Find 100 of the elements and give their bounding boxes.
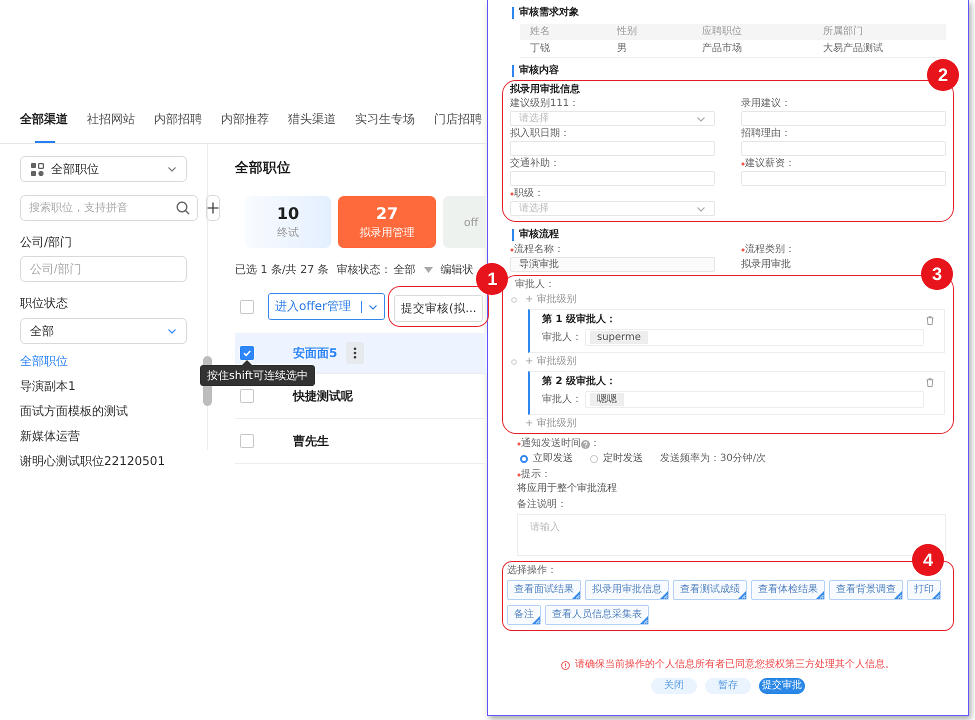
action-button[interactable]: 拟录用审批信息 xyxy=(585,580,669,600)
action-button[interactable]: 查看面试结果 xyxy=(507,580,581,600)
level-title: 第 2 级审批人： xyxy=(542,376,616,388)
field-label: 公司/部门 xyxy=(20,234,74,251)
field-label: 选择操作： xyxy=(507,565,558,577)
timeline-dot-icon xyxy=(511,297,517,303)
corner-icon xyxy=(932,591,940,599)
filter-label: 编辑状 xyxy=(440,262,474,277)
approver-field[interactable]: superme xyxy=(585,329,924,346)
candidate-name[interactable]: 安面面5 xyxy=(293,344,338,362)
corner-icon xyxy=(572,591,580,599)
position-item[interactable]: 导演副本1 xyxy=(20,374,187,399)
table-cell: 产品市场 xyxy=(692,40,813,58)
table-cell: 大易产品测试 xyxy=(813,40,946,58)
stage-count: 10 xyxy=(276,204,300,223)
table-cell: 男 xyxy=(607,40,692,58)
check-icon xyxy=(242,348,252,358)
radio-label[interactable]: 定时发送 xyxy=(603,453,643,465)
candidate-name[interactable]: 曹先生 xyxy=(293,432,329,450)
checkbox[interactable] xyxy=(240,434,254,448)
channel-tab[interactable]: 全部渠道 xyxy=(20,95,68,143)
position-item[interactable]: 面试方面模板的测试 xyxy=(20,399,187,424)
field-value: 拟录用审批 xyxy=(741,258,792,272)
number-badge: 2 xyxy=(927,59,959,91)
radio-button[interactable] xyxy=(590,455,598,463)
timeline-dot-icon xyxy=(511,359,517,365)
delete-icon[interactable] xyxy=(926,378,934,386)
channel-tab[interactable]: 实习生专场 xyxy=(355,95,415,143)
candidate-name[interactable]: 快捷测试呢 xyxy=(293,388,353,404)
field-label: 拟入职日期： xyxy=(510,128,570,140)
corner-icon xyxy=(640,616,648,624)
channel-tab[interactable]: 内部推荐 xyxy=(221,95,269,143)
field-label: 备注说明： xyxy=(517,499,568,511)
corner-icon xyxy=(738,591,746,599)
delete-icon[interactable] xyxy=(926,316,934,324)
field-label: ： xyxy=(590,438,600,450)
table-row[interactable]: 曹先生 xyxy=(235,419,487,464)
grid-icon xyxy=(30,162,45,176)
field-label: 职位状态 xyxy=(20,295,69,312)
help-icon[interactable] xyxy=(581,440,590,448)
channel-tab[interactable]: 门店招聘 xyxy=(434,95,482,143)
field-label: 审批人： xyxy=(542,332,583,344)
column-header: 姓名 xyxy=(520,24,607,40)
plus-icon xyxy=(207,202,219,214)
stage-count: 27 xyxy=(376,204,398,223)
field-label: 审批人： xyxy=(542,394,583,406)
action-button[interactable]: 打印 xyxy=(907,580,941,600)
corner-icon xyxy=(532,616,540,624)
subsection-title: 拟录用审批信息 xyxy=(510,84,581,96)
more-icon xyxy=(353,347,358,359)
input-field[interactable]: 导演审批 xyxy=(510,257,715,272)
position-item[interactable]: 新媒体运营 xyxy=(20,424,187,449)
column-header: 所属部门 xyxy=(813,24,946,40)
approver-tag: 嗯嗯 xyxy=(590,393,624,406)
corner-icon xyxy=(816,591,824,599)
offer-button[interactable]: 进入offer管理 xyxy=(268,293,385,320)
approver-field[interactable]: 嗯嗯 xyxy=(585,391,924,408)
submit-button[interactable]: 提交审核(拟... xyxy=(394,295,484,322)
add-button[interactable] xyxy=(206,195,220,221)
submit-button[interactable]: 提交审批 xyxy=(759,678,805,694)
field-label: 职级： xyxy=(514,188,544,200)
field-label: 录用建议： xyxy=(741,98,791,110)
field-label: 审批人： xyxy=(514,279,556,291)
stage-label: 拟录用管理 xyxy=(360,225,414,240)
radio-button[interactable] xyxy=(520,455,528,463)
action-button[interactable]: 查看背景调查 xyxy=(829,580,903,600)
corner-icon xyxy=(894,591,902,599)
selection-summary: 已选 1 条/共 27 条 xyxy=(235,262,329,277)
position-select[interactable]: 全部职位 xyxy=(20,156,187,182)
field-label: 流程名称： xyxy=(514,244,564,256)
radio-label[interactable]: 立即发送 xyxy=(533,453,573,465)
warning-text: 请确保当前操作的个人信息所有者已同意您授权第三方处理其个人信息。 xyxy=(575,659,895,671)
search-icon[interactable] xyxy=(176,201,190,215)
checkbox[interactable] xyxy=(240,389,254,403)
number-badge: 1 xyxy=(476,263,508,295)
stage-card[interactable]: 10 终试 xyxy=(245,196,331,248)
page-title: 全部职位 xyxy=(235,159,292,177)
action-button[interactable]: 查看体检结果 xyxy=(751,580,825,600)
action-button[interactable]: 查看测试成绩 xyxy=(673,580,747,600)
department-field[interactable]: 公司/部门 xyxy=(20,256,187,282)
status-select[interactable]: 全部 xyxy=(20,318,187,344)
position-item[interactable]: 谢明心测试职位22120501 xyxy=(20,449,187,474)
search-field[interactable]: 搜索职位，支持拼音 xyxy=(20,195,198,221)
chevron-down-icon xyxy=(167,326,177,336)
channel-tab[interactable]: 猎头渠道 xyxy=(288,95,336,143)
tooltip: 按住shift可连续选中 xyxy=(200,360,315,386)
position-item[interactable]: 全部职位 xyxy=(20,349,187,374)
column-header: 应聘职位 xyxy=(692,24,813,40)
field-label: 流程类别： xyxy=(745,244,795,256)
table-cell: 丁锐 xyxy=(520,40,607,58)
corner-icon xyxy=(660,591,668,599)
checkbox[interactable] xyxy=(240,300,254,314)
action-button[interactable]: 备注 xyxy=(507,605,541,625)
channel-tab[interactable]: 内部招聘 xyxy=(154,95,202,143)
channel-tab[interactable]: 社招网站 xyxy=(87,95,135,143)
action-button[interactable]: 查看人员信息采集表 xyxy=(545,605,649,625)
checkbox[interactable] xyxy=(240,346,254,360)
more-button[interactable] xyxy=(346,342,364,364)
caret-down-icon xyxy=(424,266,433,272)
filter-dropdown[interactable]: 全部 xyxy=(394,262,433,277)
